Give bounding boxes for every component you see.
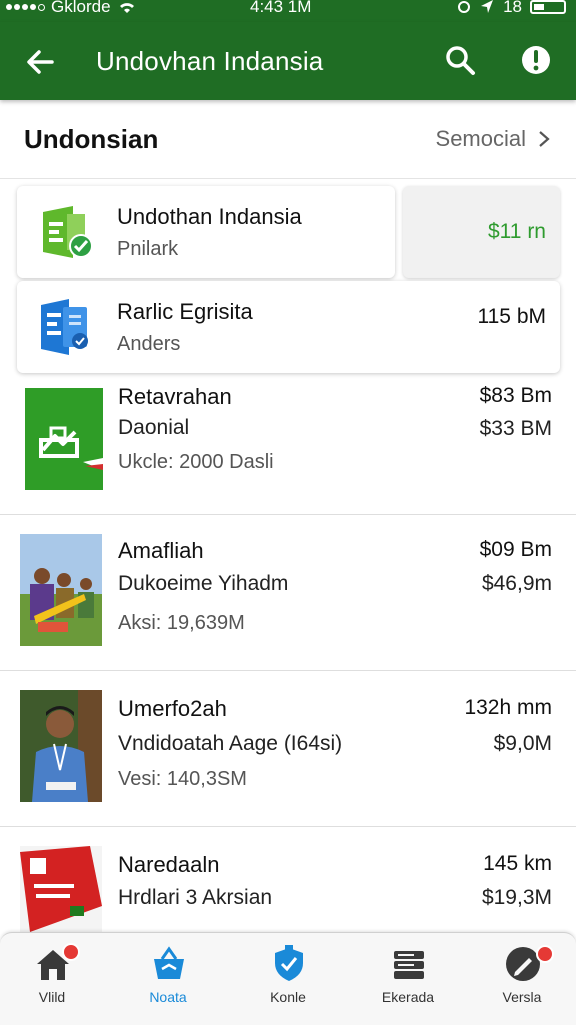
wifi-icon bbox=[119, 3, 134, 14]
section-title: Undonsian bbox=[24, 124, 159, 154]
app-bar: Undovhan Indansia bbox=[0, 22, 576, 100]
man-portrait-photo bbox=[20, 690, 102, 802]
item-subtitle: Vndidoatah Aage (I64si) bbox=[118, 732, 343, 755]
app-subtitle: Pnilark bbox=[117, 238, 179, 260]
shield-icon bbox=[275, 945, 303, 981]
page-title: Undovhan Indansia bbox=[96, 46, 324, 76]
app-name: Rarlic Egrisita bbox=[117, 299, 253, 324]
nav-label: Ekerada bbox=[381, 989, 435, 1005]
chevron-right-icon bbox=[539, 131, 550, 147]
outdoor-group-photo bbox=[20, 534, 102, 646]
item-meta: Ukcle: 2000 Dasli bbox=[118, 451, 274, 473]
nav-label: Vlild bbox=[38, 989, 66, 1005]
featured-card-2[interactable]: Rarlic Egrisita Anders 115 bM bbox=[17, 281, 560, 373]
item-price-primary: 132h mm bbox=[464, 696, 552, 719]
nav-label: Noata bbox=[149, 989, 187, 1005]
see-more-label: Semocial bbox=[435, 126, 526, 151]
item-price-primary: $83 Bm bbox=[479, 384, 552, 407]
item-price-secondary: $9,0M bbox=[493, 732, 552, 755]
price-card[interactable]: $11 rn bbox=[403, 186, 560, 278]
app-subtitle: Anders bbox=[117, 333, 181, 355]
item-price-secondary: $46,9m bbox=[481, 572, 552, 595]
carrier-label: Gklorde bbox=[51, 0, 111, 16]
battery-icon bbox=[530, 0, 566, 14]
red-banner-photo bbox=[20, 846, 102, 932]
item-name: Naredaaln bbox=[118, 852, 220, 877]
basket-icon bbox=[154, 946, 184, 979]
item-price-primary: 145 km bbox=[483, 852, 552, 875]
item-name: Retavrahan bbox=[118, 384, 232, 409]
document-app-icon bbox=[41, 299, 88, 355]
list-item[interactable]: Amafliah Dukoeime Yihadm Aksi: 19,639M $… bbox=[0, 514, 576, 671]
section-header: Undonsian Semocial bbox=[0, 100, 576, 179]
item-meta: Aksi: 19,639M bbox=[118, 612, 245, 634]
item-subtitle: Dukoeime Yihadm bbox=[118, 572, 289, 595]
list-item[interactable]: Retavrahan Daonial Ukcle: 2000 Dasli $83… bbox=[0, 374, 576, 515]
notification-badge bbox=[536, 945, 554, 963]
nav-label: Versla bbox=[502, 989, 542, 1005]
battery-percent: 18 bbox=[503, 0, 522, 16]
list-item[interactable]: Umerfo2ah Vndidoatah Aage (I64si) Vesi: … bbox=[0, 670, 576, 827]
nav-label: Konle bbox=[270, 989, 306, 1005]
app-name: Undothan Indansia bbox=[117, 204, 302, 229]
search-icon[interactable] bbox=[442, 42, 478, 78]
nav-item-stack[interactable]: Ekerada bbox=[358, 933, 458, 1025]
info-icon[interactable] bbox=[518, 42, 554, 78]
item-meta: Vesi: 140,3SM bbox=[118, 768, 247, 790]
status-bar: Gklorde 4:43 1M 18 bbox=[0, 0, 576, 22]
item-subtitle: Daonial bbox=[118, 416, 190, 439]
alarm-icon bbox=[458, 1, 471, 13]
nav-item-pen[interactable]: Versla bbox=[472, 933, 572, 1025]
signal-icon bbox=[6, 3, 45, 11]
price-value: 115 bM bbox=[477, 305, 547, 328]
item-subtitle: Hrdlari 3 Akrsian bbox=[118, 886, 273, 909]
list-item[interactable]: Naredaaln Hrdlari 3 Akrsian 145 km $19,3… bbox=[0, 826, 576, 932]
clock: 4:43 1M bbox=[250, 0, 312, 16]
location-icon bbox=[481, 0, 494, 13]
see-more-link[interactable]: Semocial bbox=[436, 126, 550, 152]
item-name: Amafliah bbox=[118, 538, 204, 563]
item-name: Umerfo2ah bbox=[118, 696, 227, 721]
notification-badge bbox=[62, 943, 80, 961]
nav-item-home[interactable]: Vlild bbox=[2, 933, 102, 1025]
green-vote-icon bbox=[25, 388, 103, 490]
bottom-navigation: Vlild Noata Konle Ekerada Versla bbox=[0, 932, 576, 1025]
item-price-secondary: $33 BM bbox=[479, 417, 552, 440]
item-price-primary: $09 Bm bbox=[479, 538, 552, 561]
spreadsheet-check-icon bbox=[43, 206, 93, 258]
nav-item-basket[interactable]: Noata bbox=[118, 933, 218, 1025]
price-value: $11 rn bbox=[488, 220, 546, 243]
stack-icon bbox=[394, 951, 424, 979]
nav-item-shield[interactable]: Konle bbox=[238, 933, 338, 1025]
item-price-secondary: $19,3M bbox=[481, 886, 552, 909]
back-arrow-icon[interactable] bbox=[22, 44, 58, 80]
featured-card-1[interactable]: Undothan Indansia Pnilark bbox=[17, 186, 395, 278]
